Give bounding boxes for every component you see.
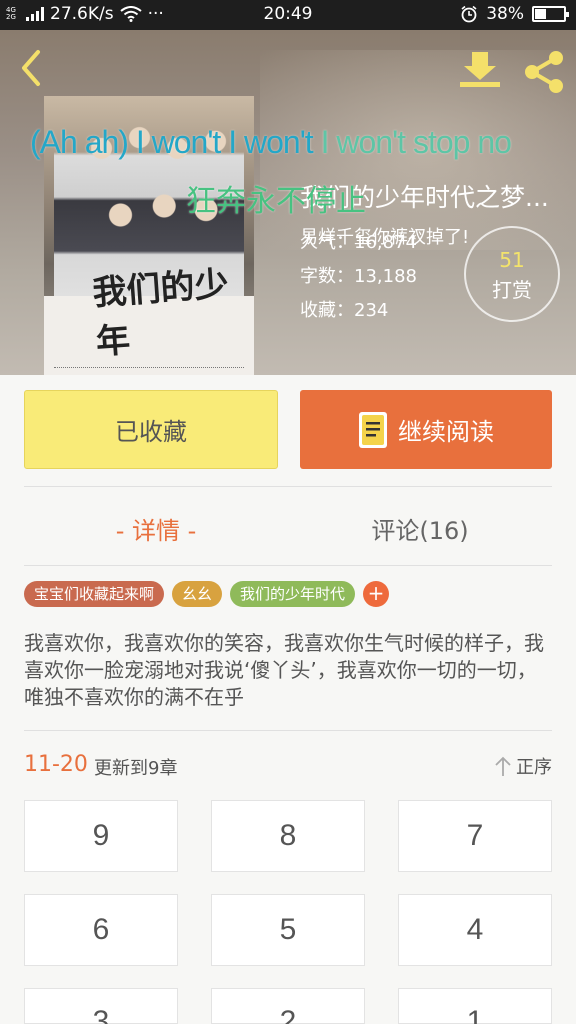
chapter-button[interactable]: 2: [211, 988, 365, 1024]
arrow-up-icon: [495, 756, 511, 776]
download-icon[interactable]: [458, 50, 502, 90]
sort-toggle[interactable]: 正序: [494, 753, 552, 779]
floating-lyric-line2: 狂奔永不停止: [186, 184, 366, 219]
status-bar: 4G 2G 27.6K/s ··· 20:49 38%: [0, 0, 576, 30]
chapter-button[interactable]: 4: [398, 894, 552, 966]
tip-button[interactable]: 51 打赏: [464, 226, 560, 322]
book-header: 我们的少年 我们的少年时代之梦... 狂奔永不停止 (Ah ah) I won'…: [0, 30, 576, 375]
add-tag-button[interactable]: +: [363, 581, 390, 607]
battery-percent: 38%: [486, 4, 524, 24]
book-description: 我喜欢你，我喜欢你的笑容，我喜欢你生气时候的样子，我喜欢你一脸宠溺地对我说‘傻丫…: [24, 631, 544, 709]
back-icon[interactable]: [18, 48, 44, 88]
divider: [24, 565, 552, 566]
chapter-button[interactable]: 6: [24, 894, 178, 966]
stat-word-count: 字数：13,188: [300, 266, 417, 287]
tag[interactable]: 幺幺: [172, 581, 223, 607]
continue-reading-label: 继续阅读: [398, 418, 494, 446]
tip-count: 51: [499, 248, 525, 272]
tag[interactable]: 宝宝们收藏起来啊: [24, 581, 165, 607]
chapter-button[interactable]: 7: [398, 800, 552, 872]
book-icon: [359, 411, 387, 448]
chapter-update-status: 更新到9章: [94, 758, 178, 779]
status-right: 38%: [460, 4, 569, 24]
tag[interactable]: 我们的少年时代: [230, 581, 356, 607]
tab-detail[interactable]: - 详情 -: [24, 505, 288, 551]
stat-popularity: 人气：16,874: [300, 232, 417, 253]
lyric-unsung: I won't stop no: [312, 124, 512, 160]
floating-lyric-line1: (Ah ah) I won't I won't I won't stop no: [30, 124, 550, 161]
share-icon[interactable]: [522, 50, 566, 94]
divider: [24, 730, 552, 731]
sort-label: 正序: [516, 757, 552, 778]
cover-title-art: 我们的少年: [91, 264, 230, 363]
chapter-button[interactable]: 5: [211, 894, 365, 966]
lyric-sung: (Ah ah) I won't I won't: [30, 124, 314, 160]
divider: [24, 486, 552, 487]
alarm-icon: [461, 5, 477, 23]
chapter-button[interactable]: 9: [24, 800, 178, 872]
favorited-label: 已收藏: [115, 418, 187, 446]
cover-credits: [54, 367, 244, 370]
chapter-button[interactable]: 3: [24, 988, 178, 1024]
chapter-range[interactable]: 11-20: [24, 752, 88, 777]
tab-comments[interactable]: 评论(16): [288, 505, 552, 551]
tag-list: 宝宝们收藏起来啊 幺幺 我们的少年时代 +: [24, 581, 390, 607]
stat-favorites: 收藏：234: [300, 300, 389, 321]
chapter-button[interactable]: 8: [211, 800, 365, 872]
tip-label: 打赏: [492, 278, 532, 302]
chapter-button[interactable]: 1: [398, 988, 552, 1024]
favorited-button[interactable]: 已收藏: [24, 390, 278, 469]
continue-reading-button[interactable]: 继续阅读: [300, 390, 552, 469]
battery-icon: [532, 6, 569, 22]
